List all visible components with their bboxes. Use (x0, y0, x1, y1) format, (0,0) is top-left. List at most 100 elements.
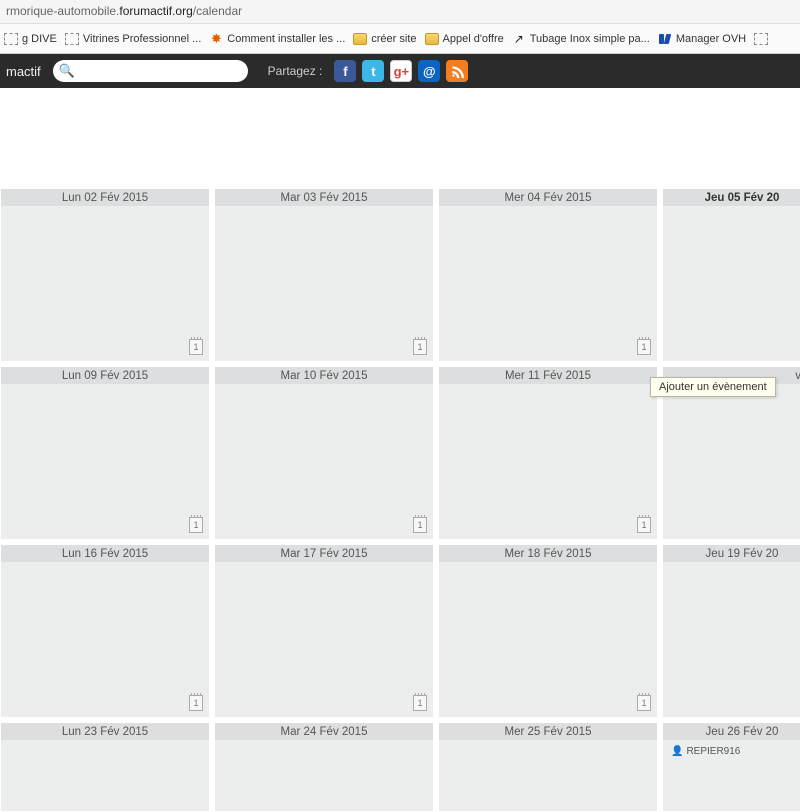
calendar-cell[interactable]: Mar 24 Fév 2015 (214, 722, 434, 812)
add-event-button[interactable]: 1 (413, 517, 427, 533)
day-body: 👤REPIER916 (663, 740, 800, 811)
bookmark-item[interactable]: créer site (353, 32, 416, 46)
bookmark-label: créer site (371, 33, 416, 45)
day-body: 1 (215, 562, 433, 717)
day-body: 1 (439, 384, 657, 539)
calendar-cell[interactable]: Jeu 05 Fév 20 (662, 188, 800, 362)
tooltip-add-event: Ajouter un évènement (650, 377, 776, 397)
url-prefix: rmorique-automobile. (6, 4, 119, 18)
add-event-button[interactable]: 1 (413, 695, 427, 711)
bookmark-label: Appel d'offre (443, 33, 504, 45)
day-body (439, 740, 657, 811)
bookmark-item[interactable]: ✸ Comment installer les ... (209, 32, 345, 46)
add-event-button[interactable]: 1 (189, 695, 203, 711)
day-body (663, 562, 800, 717)
day-body: 1 (1, 384, 209, 539)
folder-icon (353, 32, 367, 46)
day-body (1, 740, 209, 811)
bookmark-label: Vitrines Professionnel ... (83, 33, 201, 45)
arrow-icon: ↗ (512, 32, 526, 46)
page-icon (754, 32, 768, 46)
calendar-cell[interactable]: Mar 10 Fév 20151 (214, 366, 434, 540)
day-body: 1 (439, 206, 657, 361)
calendar-cell[interactable]: Jeu 26 Fév 20 👤REPIER916 (662, 722, 800, 812)
day-header: Mar 03 Fév 2015 (215, 189, 433, 206)
bookmarks-bar: g DIVE Vitrines Professionnel ... ✸ Comment… (0, 24, 800, 54)
user-icon: 👤 (671, 746, 683, 757)
search-input[interactable] (79, 64, 242, 78)
bookmark-item[interactable]: Vitrines Professionnel ... (65, 32, 201, 46)
address-bar[interactable]: rmorique-automobile.forumactif.org/calen… (0, 0, 800, 24)
day-header: Mer 04 Fév 2015 (439, 189, 657, 206)
calendar-cell[interactable]: Lun 23 Fév 2015 (0, 722, 210, 812)
calendar-cell[interactable]: Mer 25 Fév 2015 (438, 722, 658, 812)
calendar-cell[interactable]: Mer 11 Fév 2015 1 (438, 366, 658, 540)
folder-icon (425, 32, 439, 46)
bookmark-label: Manager OVH (676, 33, 746, 45)
search-input-wrap[interactable]: 🔍 (53, 60, 248, 82)
calendar-cell[interactable]: Jeu 19 Fév 20 (662, 544, 800, 718)
day-header: Lun 16 Fév 2015 (1, 545, 209, 562)
facebook-icon[interactable]: f (334, 60, 356, 82)
day-body: 1 (1, 206, 209, 361)
day-body (663, 384, 800, 539)
share-label: Partagez : (268, 64, 323, 78)
day-body (215, 740, 433, 811)
forum-top-bar: mactif 🔍 Partagez : f t g+ @ (0, 54, 800, 88)
ovh-icon (658, 32, 672, 46)
share-icons: f t g+ @ (334, 60, 468, 82)
calendar-cell[interactable]: Lun 02 Fév 2015 1 (0, 188, 210, 362)
day-body: 1 (215, 206, 433, 361)
bookmark-label: Comment installer les ... (227, 33, 345, 45)
bookmark-item[interactable]: ↗ Tubage Inox simple pa... (512, 32, 650, 46)
page-icon (65, 32, 79, 46)
day-header: Jeu 26 Fév 20 (663, 723, 800, 740)
calendar-cell[interactable]: Lun 16 Fév 2015 1 (0, 544, 210, 718)
calendar-cell[interactable]: Lun 09 Fév 2015 1 (0, 366, 210, 540)
search-icon: 🔍 (59, 63, 75, 79)
url-host: forumactif.org (119, 4, 192, 18)
add-event-button[interactable]: 1 (413, 339, 427, 355)
rss-icon[interactable] (446, 60, 468, 82)
day-header: Mar 24 Fév 2015 (215, 723, 433, 740)
day-header: Mer 18 Fév 2015 (439, 545, 657, 562)
add-event-button[interactable]: 1 (189, 339, 203, 355)
calendar: Lun 02 Fév 20151Mar 03 Fév 20151Mer 04 F… (0, 88, 800, 812)
add-event-button[interactable]: 1 (189, 517, 203, 533)
bookmark-item[interactable]: Appel d'offre (425, 32, 504, 46)
sun-icon: ✸ (209, 32, 223, 46)
bookmark-label: Tubage Inox simple pa... (530, 33, 650, 45)
calendar-grid: Lun 02 Fév 20151Mar 03 Fév 20151Mer 04 F… (0, 188, 800, 812)
day-header: Mar 17 Fév 2015 (215, 545, 433, 562)
bookmark-label: g DIVE (22, 33, 57, 45)
email-icon[interactable]: @ (418, 60, 440, 82)
bookmark-item[interactable]: g DIVE (4, 32, 57, 46)
day-header: Lun 23 Fév 2015 (1, 723, 209, 740)
day-body: 1 (439, 562, 657, 717)
day-body: 1 (215, 384, 433, 539)
event-label: REPIER916 (686, 746, 740, 757)
day-body (663, 206, 800, 361)
add-event-button[interactable]: 1 (637, 695, 651, 711)
url-path: /calendar (193, 4, 242, 18)
calendar-event[interactable]: 👤REPIER916 (671, 746, 800, 757)
forum-brand: mactif (6, 64, 41, 79)
day-header: Jeu 05 Fév 20 (663, 189, 800, 206)
day-body: 1 (1, 562, 209, 717)
calendar-cell[interactable]: Mar 17 Fév 2015 1 (214, 544, 434, 718)
day-header: Lun 02 Fév 2015 (1, 189, 209, 206)
calendar-cell[interactable]: Mer 04 Fév 2015 1 (438, 188, 658, 362)
add-event-button[interactable]: 1 (637, 339, 651, 355)
googleplus-icon[interactable]: g+ (390, 60, 412, 82)
page-icon (4, 32, 18, 46)
bookmark-item[interactable]: Manager OVH (658, 32, 746, 46)
add-event-button[interactable]: 1 (637, 517, 651, 533)
day-header: Lun 09 Fév 2015 (1, 367, 209, 384)
calendar-cell[interactable]: Mar 03 Fév 2015 1 (214, 188, 434, 362)
bookmark-item[interactable] (754, 32, 772, 46)
day-header: Mer 11 Fév 2015 (439, 367, 657, 384)
calendar-cell[interactable]: Mer 18 Fév 2015 1 (438, 544, 658, 718)
day-header: Jeu 19 Fév 20 (663, 545, 800, 562)
day-header: Mer 25 Fév 2015 (439, 723, 657, 740)
twitter-icon[interactable]: t (362, 60, 384, 82)
